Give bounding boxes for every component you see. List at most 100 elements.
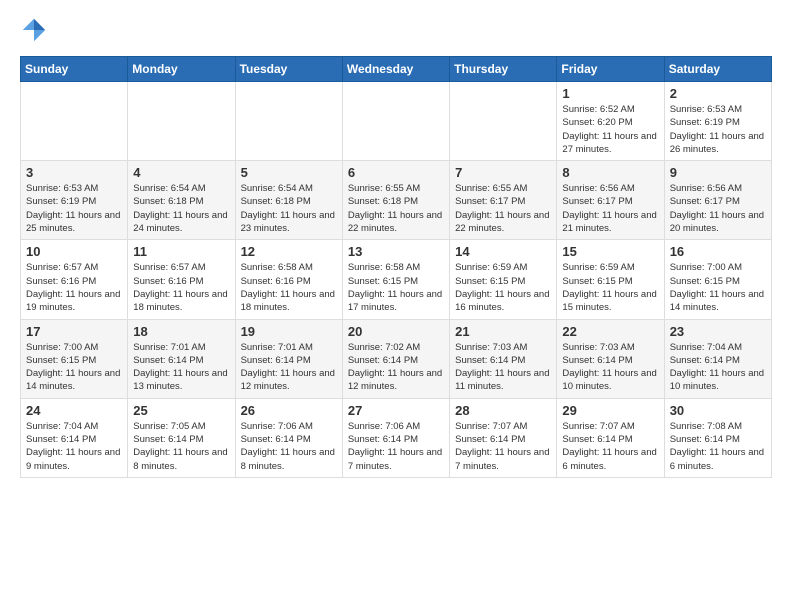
header-cell-monday: Monday — [128, 57, 235, 82]
day-cell — [21, 82, 128, 161]
day-cell: 3 Sunrise: 6:53 AM Sunset: 6:19 PM Daylig… — [21, 161, 128, 240]
header-cell-tuesday: Tuesday — [235, 57, 342, 82]
day-number: 15 — [562, 244, 658, 259]
day-info: Sunrise: 6:55 AM Sunset: 6:18 PM Dayligh… — [348, 182, 444, 235]
day-cell — [235, 82, 342, 161]
day-cell: 26 Sunrise: 7:06 AM Sunset: 6:14 PM Dayli… — [235, 398, 342, 477]
day-number: 10 — [26, 244, 122, 259]
day-cell: 18 Sunrise: 7:01 AM Sunset: 6:14 PM Dayli… — [128, 319, 235, 398]
day-info: Sunrise: 7:07 AM Sunset: 6:14 PM Dayligh… — [455, 420, 551, 473]
day-number: 18 — [133, 324, 229, 339]
week-row-5: 24 Sunrise: 7:04 AM Sunset: 6:14 PM Dayli… — [21, 398, 772, 477]
day-info: Sunrise: 6:54 AM Sunset: 6:18 PM Dayligh… — [241, 182, 337, 235]
logo-icon — [20, 16, 48, 44]
day-cell: 30 Sunrise: 7:08 AM Sunset: 6:14 PM Dayli… — [664, 398, 771, 477]
day-cell: 21 Sunrise: 7:03 AM Sunset: 6:14 PM Dayli… — [450, 319, 557, 398]
day-info: Sunrise: 7:04 AM Sunset: 6:14 PM Dayligh… — [26, 420, 122, 473]
day-cell: 28 Sunrise: 7:07 AM Sunset: 6:14 PM Dayli… — [450, 398, 557, 477]
week-row-2: 3 Sunrise: 6:53 AM Sunset: 6:19 PM Daylig… — [21, 161, 772, 240]
day-number: 22 — [562, 324, 658, 339]
day-number: 20 — [348, 324, 444, 339]
day-info: Sunrise: 6:53 AM Sunset: 6:19 PM Dayligh… — [670, 103, 766, 156]
day-number: 9 — [670, 165, 766, 180]
day-number: 28 — [455, 403, 551, 418]
header-row: SundayMondayTuesdayWednesdayThursdayFrid… — [21, 57, 772, 82]
day-cell: 19 Sunrise: 7:01 AM Sunset: 6:14 PM Dayli… — [235, 319, 342, 398]
day-info: Sunrise: 7:08 AM Sunset: 6:14 PM Dayligh… — [670, 420, 766, 473]
day-cell: 23 Sunrise: 7:04 AM Sunset: 6:14 PM Dayli… — [664, 319, 771, 398]
day-cell: 7Sunrise: 6:55 AM Sunset: 6:17 PM Daylig… — [450, 161, 557, 240]
day-cell — [128, 82, 235, 161]
day-cell: 5Sunrise: 6:54 AM Sunset: 6:18 PM Daylig… — [235, 161, 342, 240]
day-number: 3 — [26, 165, 122, 180]
day-info: Sunrise: 7:04 AM Sunset: 6:14 PM Dayligh… — [670, 341, 766, 394]
day-info: Sunrise: 6:55 AM Sunset: 6:17 PM Dayligh… — [455, 182, 551, 235]
day-info: Sunrise: 6:52 AM Sunset: 6:20 PM Dayligh… — [562, 103, 658, 156]
day-number: 1 — [562, 86, 658, 101]
day-number: 30 — [670, 403, 766, 418]
day-number: 11 — [133, 244, 229, 259]
day-cell — [450, 82, 557, 161]
day-number: 25 — [133, 403, 229, 418]
day-number: 12 — [241, 244, 337, 259]
day-cell: 27Sunrise: 7:06 AM Sunset: 6:14 PM Dayli… — [342, 398, 449, 477]
header-cell-thursday: Thursday — [450, 57, 557, 82]
day-info: Sunrise: 7:01 AM Sunset: 6:14 PM Dayligh… — [133, 341, 229, 394]
week-row-3: 10 Sunrise: 6:57 AM Sunset: 6:16 PM Dayli… — [21, 240, 772, 319]
day-number: 23 — [670, 324, 766, 339]
day-info: Sunrise: 7:00 AM Sunset: 6:15 PM Dayligh… — [26, 341, 122, 394]
day-cell: 14Sunrise: 6:59 AM Sunset: 6:15 PM Dayli… — [450, 240, 557, 319]
day-number: 14 — [455, 244, 551, 259]
day-number: 24 — [26, 403, 122, 418]
day-info: Sunrise: 6:57 AM Sunset: 6:16 PM Dayligh… — [26, 261, 122, 314]
calendar-table: SundayMondayTuesdayWednesdayThursdayFrid… — [20, 56, 772, 478]
day-number: 4 — [133, 165, 229, 180]
page: SundayMondayTuesdayWednesdayThursdayFrid… — [0, 0, 792, 490]
day-cell: 16 Sunrise: 7:00 AM Sunset: 6:15 PM Dayli… — [664, 240, 771, 319]
day-cell: 9Sunrise: 6:56 AM Sunset: 6:17 PM Daylig… — [664, 161, 771, 240]
day-cell: 8 Sunrise: 6:56 AM Sunset: 6:17 PM Daylig… — [557, 161, 664, 240]
day-number: 21 — [455, 324, 551, 339]
day-cell: 24 Sunrise: 7:04 AM Sunset: 6:14 PM Dayli… — [21, 398, 128, 477]
day-info: Sunrise: 7:07 AM Sunset: 6:14 PM Dayligh… — [562, 420, 658, 473]
day-cell: 15 Sunrise: 6:59 AM Sunset: 6:15 PM Dayli… — [557, 240, 664, 319]
day-info: Sunrise: 6:53 AM Sunset: 6:19 PM Dayligh… — [26, 182, 122, 235]
day-info: Sunrise: 7:01 AM Sunset: 6:14 PM Dayligh… — [241, 341, 337, 394]
day-number: 8 — [562, 165, 658, 180]
day-cell: 1 Sunrise: 6:52 AM Sunset: 6:20 PM Daylig… — [557, 82, 664, 161]
day-number: 27 — [348, 403, 444, 418]
day-cell: 2Sunrise: 6:53 AM Sunset: 6:19 PM Daylig… — [664, 82, 771, 161]
day-info: Sunrise: 6:57 AM Sunset: 6:16 PM Dayligh… — [133, 261, 229, 314]
header-cell-friday: Friday — [557, 57, 664, 82]
day-info: Sunrise: 6:54 AM Sunset: 6:18 PM Dayligh… — [133, 182, 229, 235]
day-info: Sunrise: 6:56 AM Sunset: 6:17 PM Dayligh… — [562, 182, 658, 235]
day-cell: 11 Sunrise: 6:57 AM Sunset: 6:16 PM Dayli… — [128, 240, 235, 319]
day-info: Sunrise: 7:00 AM Sunset: 6:15 PM Dayligh… — [670, 261, 766, 314]
day-info: Sunrise: 7:03 AM Sunset: 6:14 PM Dayligh… — [455, 341, 551, 394]
day-cell — [342, 82, 449, 161]
day-info: Sunrise: 6:58 AM Sunset: 6:16 PM Dayligh… — [241, 261, 337, 314]
day-number: 16 — [670, 244, 766, 259]
week-row-1: 1 Sunrise: 6:52 AM Sunset: 6:20 PM Daylig… — [21, 82, 772, 161]
header-cell-wednesday: Wednesday — [342, 57, 449, 82]
day-info: Sunrise: 7:05 AM Sunset: 6:14 PM Dayligh… — [133, 420, 229, 473]
day-number: 19 — [241, 324, 337, 339]
day-cell: 13Sunrise: 6:58 AM Sunset: 6:15 PM Dayli… — [342, 240, 449, 319]
week-row-4: 17Sunrise: 7:00 AM Sunset: 6:15 PM Dayli… — [21, 319, 772, 398]
day-cell: 29 Sunrise: 7:07 AM Sunset: 6:14 PM Dayli… — [557, 398, 664, 477]
day-info: Sunrise: 6:59 AM Sunset: 6:15 PM Dayligh… — [562, 261, 658, 314]
day-number: 26 — [241, 403, 337, 418]
header-cell-saturday: Saturday — [664, 57, 771, 82]
day-cell: 22 Sunrise: 7:03 AM Sunset: 6:14 PM Dayli… — [557, 319, 664, 398]
day-cell: 20 Sunrise: 7:02 AM Sunset: 6:14 PM Dayli… — [342, 319, 449, 398]
day-number: 13 — [348, 244, 444, 259]
day-cell: 6 Sunrise: 6:55 AM Sunset: 6:18 PM Daylig… — [342, 161, 449, 240]
day-number: 6 — [348, 165, 444, 180]
day-cell: 10 Sunrise: 6:57 AM Sunset: 6:16 PM Dayli… — [21, 240, 128, 319]
day-number: 29 — [562, 403, 658, 418]
day-info: Sunrise: 7:03 AM Sunset: 6:14 PM Dayligh… — [562, 341, 658, 394]
day-info: Sunrise: 7:02 AM Sunset: 6:14 PM Dayligh… — [348, 341, 444, 394]
day-cell: 25 Sunrise: 7:05 AM Sunset: 6:14 PM Dayli… — [128, 398, 235, 477]
day-cell: 17Sunrise: 7:00 AM Sunset: 6:15 PM Dayli… — [21, 319, 128, 398]
day-info: Sunrise: 7:06 AM Sunset: 6:14 PM Dayligh… — [241, 420, 337, 473]
